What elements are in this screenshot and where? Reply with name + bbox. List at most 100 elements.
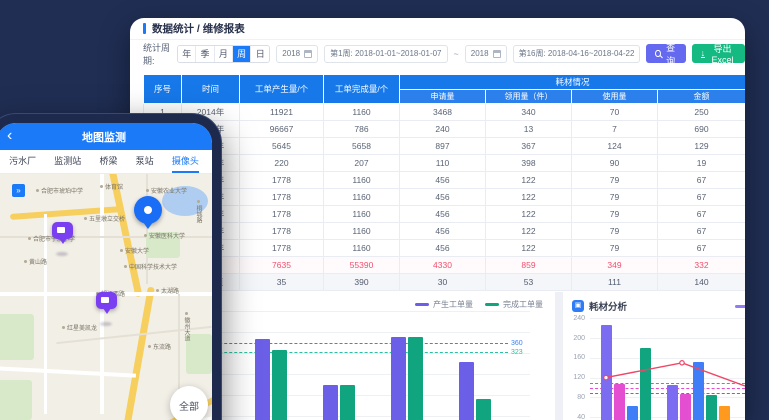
map-label-text: 东流路 bbox=[153, 342, 171, 351]
consumables-chart: ▣ 耗材分析 2402001601208040 bbox=[563, 292, 745, 420]
period-option[interactable]: 年 bbox=[178, 46, 196, 62]
start-year-value: 2018 bbox=[282, 49, 300, 58]
table-cell: 1160 bbox=[324, 189, 400, 206]
sub-column-header: 领用量（件） bbox=[486, 90, 572, 104]
table-cell: 1160 bbox=[324, 240, 400, 257]
table-cell: 4330 bbox=[400, 257, 486, 274]
sub-column-header: 金额 bbox=[658, 90, 746, 104]
legend-swatch bbox=[415, 303, 429, 306]
search-icon bbox=[655, 50, 660, 57]
table-cell: 207 bbox=[324, 155, 400, 172]
table-cell: 122 bbox=[486, 223, 572, 240]
back-icon[interactable]: ‹ bbox=[7, 124, 12, 148]
table-cell: 456 bbox=[400, 206, 486, 223]
map-label: 中国科学技术大学 bbox=[124, 262, 177, 271]
map-view[interactable]: 体育馆安徽农业大学合肥市琥珀中学桐城路五里墩立交桥安徽医科大学合肥市宁溪小学安徽… bbox=[0, 174, 212, 420]
column-header: 序号 bbox=[144, 75, 182, 104]
phone-tab-摄像头[interactable]: 摄像头 bbox=[172, 150, 199, 173]
table-cell: 332 bbox=[658, 257, 746, 274]
export-excel-button[interactable]: ↓ 导出Excel bbox=[692, 44, 745, 63]
phone-tab-泵站[interactable]: 泵站 bbox=[136, 150, 154, 173]
table-cell: 13 bbox=[486, 121, 572, 138]
table-cell: 55390 bbox=[324, 257, 400, 274]
map-label: 五里墩立交桥 bbox=[84, 214, 125, 223]
camera-marker[interactable] bbox=[96, 292, 117, 309]
table-row: 22015年96667786240137690 bbox=[144, 121, 746, 138]
grid-line bbox=[590, 338, 745, 339]
sub-column-header: 使用量 bbox=[572, 90, 658, 104]
table-cell: 19 bbox=[658, 155, 746, 172]
table-cell: 3468 bbox=[400, 104, 486, 121]
bar bbox=[719, 406, 730, 420]
axis-tick: 240 bbox=[567, 315, 585, 322]
end-week-select[interactable]: 第16周: 2018-04-16~2018-04-22 bbox=[513, 45, 641, 63]
poi-dot bbox=[120, 249, 123, 252]
phone-tab-污水厂[interactable]: 污水厂 bbox=[9, 150, 36, 173]
period-option[interactable]: 季 bbox=[196, 46, 214, 62]
grid-line bbox=[590, 378, 745, 379]
table-cell: 122 bbox=[486, 240, 572, 257]
phone-tab-监测站[interactable]: 监测站 bbox=[54, 150, 81, 173]
period-option[interactable]: 月 bbox=[215, 46, 233, 62]
table-cell: 96667 bbox=[240, 121, 324, 138]
bar bbox=[340, 385, 355, 420]
map-label: 太湖路 bbox=[156, 286, 179, 295]
bar bbox=[323, 385, 338, 420]
table-cell: 79 bbox=[572, 189, 658, 206]
query-button[interactable]: 查询 bbox=[646, 44, 685, 63]
start-year-select[interactable]: 2018 bbox=[276, 45, 318, 63]
table-cell: 5658 bbox=[324, 138, 400, 155]
table-cell: 90 bbox=[572, 155, 658, 172]
table-cell: 1778 bbox=[240, 206, 324, 223]
period-option[interactable]: 周 bbox=[233, 46, 251, 62]
expand-icon[interactable]: » bbox=[12, 184, 25, 197]
table-cell: 1160 bbox=[324, 223, 400, 240]
table-cell: 79 bbox=[572, 240, 658, 257]
poi-dot bbox=[185, 312, 188, 315]
reference-label: 323 bbox=[511, 349, 523, 356]
bar bbox=[627, 406, 638, 420]
calendar-icon bbox=[493, 50, 501, 58]
map-label-text: 红星美凯龙 bbox=[67, 323, 97, 332]
marker-shadow bbox=[56, 252, 68, 256]
period-segment: 年季月周日 bbox=[177, 45, 270, 63]
legend-item: 产生工单量 bbox=[415, 299, 473, 310]
end-year-select[interactable]: 2018 bbox=[465, 45, 507, 63]
table-cell: 7 bbox=[572, 121, 658, 138]
axis-tick: 80 bbox=[567, 394, 585, 401]
table-cell: 786 bbox=[324, 121, 400, 138]
all-filter-button[interactable]: 全部 bbox=[170, 386, 208, 420]
start-week-select[interactable]: 第1周: 2018-01-01~2018-01-07 bbox=[324, 45, 447, 63]
table-cell: 122 bbox=[486, 172, 572, 189]
legend-label: 完成工单量 bbox=[503, 299, 543, 310]
phone-tab-桥梁[interactable]: 桥梁 bbox=[99, 150, 117, 173]
table-cell: 1778 bbox=[240, 223, 324, 240]
table-cell: 67 bbox=[658, 189, 746, 206]
bar bbox=[459, 362, 474, 420]
table-row: 92022年177811604561227967 bbox=[144, 240, 746, 257]
chart-legend: 产生工单量 完成工单量 bbox=[415, 299, 543, 310]
table-cell: 367 bbox=[486, 138, 572, 155]
table-cell: 690 bbox=[658, 121, 746, 138]
marker-shadow bbox=[100, 322, 112, 326]
axis-tick: 200 bbox=[567, 335, 585, 342]
phone-page-title: 地图监测 bbox=[82, 129, 126, 145]
map-label-text: 安徽大学 bbox=[125, 246, 149, 255]
column-header: 工单产生量/个 bbox=[240, 75, 324, 104]
grid-line bbox=[590, 318, 745, 319]
poi-dot bbox=[146, 189, 149, 192]
end-year-value: 2018 bbox=[471, 49, 489, 58]
period-option[interactable]: 日 bbox=[251, 46, 269, 62]
map-label-text: 安徽农业大学 bbox=[151, 186, 187, 195]
table-cell: 11921 bbox=[240, 104, 324, 121]
table-cell: 340 bbox=[486, 104, 572, 121]
table-cell: 398 bbox=[486, 155, 572, 172]
table-cell: 5645 bbox=[240, 138, 324, 155]
table-row: 42017年2202071103989019 bbox=[144, 155, 746, 172]
table-cell: 1778 bbox=[240, 172, 324, 189]
map-label-text: 桐城路 bbox=[194, 205, 203, 223]
selected-pin[interactable] bbox=[134, 196, 162, 224]
table-cell: 1160 bbox=[324, 104, 400, 121]
table-cell: 456 bbox=[400, 189, 486, 206]
camera-marker[interactable] bbox=[52, 222, 73, 239]
